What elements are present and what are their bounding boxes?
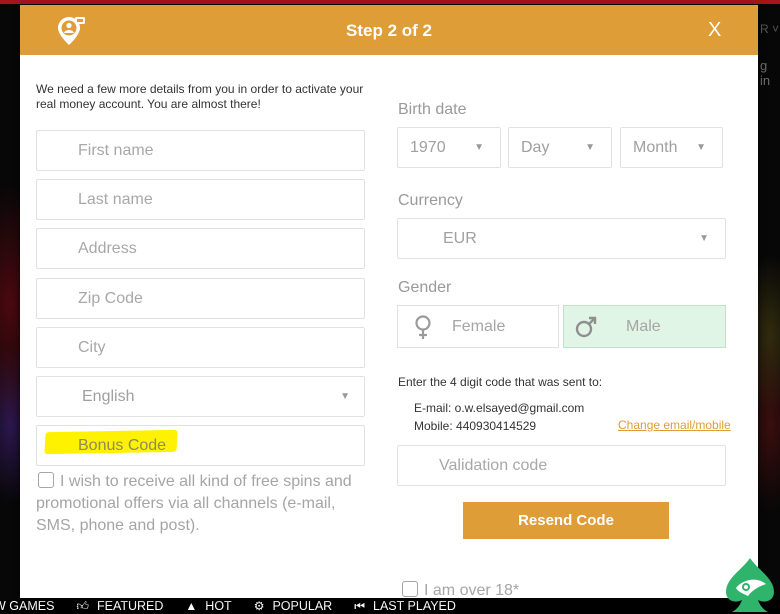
intro-text: We need a few more details from you in o…	[36, 82, 364, 111]
chevron-down-icon: ▼	[699, 233, 709, 244]
gender-label: Gender	[398, 279, 452, 296]
birth-day-value: Day	[521, 138, 550, 156]
flame-icon: ▲	[185, 599, 198, 613]
male-symbol-icon	[575, 316, 597, 337]
bonus-code-input[interactable]	[37, 426, 364, 465]
currency-select[interactable]: EUR ▼	[397, 218, 726, 259]
sent-email: E-mail: o.w.elsayed@gmail.com	[414, 401, 585, 415]
popular-icon: ⚙	[253, 599, 265, 613]
spade-logo-icon[interactable]	[722, 556, 778, 614]
promo-optin: I wish to receive all kind of free spins…	[36, 471, 376, 537]
chevron-down-icon: ▼	[585, 142, 595, 153]
chevron-down-icon: ▼	[474, 142, 484, 153]
last-name-field[interactable]	[36, 179, 365, 220]
gender-female-label: Female	[452, 317, 506, 335]
rewind-icon: ⏮︎	[354, 598, 366, 613]
chevron-down-icon: ▼	[696, 142, 706, 153]
birth-date-label: Birth date	[398, 101, 467, 118]
birth-day-select[interactable]: Day ▼	[508, 127, 612, 168]
city-input[interactable]	[37, 328, 364, 367]
background-language-selector[interactable]: R ˅	[760, 22, 779, 36]
chevron-down-icon: ▼	[340, 391, 350, 402]
language-select[interactable]: English ▼	[36, 376, 365, 417]
change-email-mobile-link[interactable]: Change email/mobile	[618, 418, 731, 432]
address-input[interactable]	[37, 229, 364, 268]
city-field[interactable]	[36, 327, 365, 368]
birth-month-value: Month	[633, 138, 678, 156]
nav-label: HOT	[205, 599, 232, 613]
age-confirm: I am over 18*	[400, 581, 519, 598]
thumbs-up-icon: 👍︎	[76, 598, 89, 613]
female-symbol-icon	[415, 314, 431, 339]
gender-male-button[interactable]: Male	[563, 305, 726, 348]
background-nav: W GAMES 👍︎ FEATURED ▲ HOT ⚙ POPULAR ⏮︎ L…	[0, 598, 780, 614]
promo-optin-label: I wish to receive all kind of free spins…	[36, 473, 352, 534]
currency-value: EUR	[443, 229, 477, 247]
nav-featured[interactable]: 👍︎ FEATURED	[76, 599, 163, 614]
last-name-input[interactable]	[37, 180, 364, 219]
first-name-field[interactable]	[36, 130, 365, 171]
modal-header: Step 2 of 2 X	[20, 5, 758, 55]
language-selected: English	[82, 387, 135, 405]
registration-modal: Step 2 of 2 X We need a few more details…	[20, 5, 758, 598]
resend-code-button[interactable]: Resend Code	[463, 502, 669, 539]
nav-label: POPULAR	[272, 599, 333, 613]
validation-code-input[interactable]	[398, 446, 725, 485]
promo-optin-checkbox[interactable]	[38, 472, 54, 488]
birth-month-select[interactable]: Month ▼	[620, 127, 723, 168]
age-confirm-label: I am over 18*	[424, 582, 520, 598]
first-name-input[interactable]	[37, 131, 364, 170]
currency-label: Currency	[398, 192, 463, 209]
nav-label: W GAMES	[0, 599, 55, 613]
birth-year-value: 1970	[410, 138, 446, 156]
sent-mobile: Mobile: 440930414529	[414, 419, 537, 433]
nav-label: LAST PLAYED	[373, 599, 456, 613]
nav-label: FEATURED	[96, 599, 164, 613]
nav-popular[interactable]: ⚙ POPULAR	[254, 599, 333, 613]
nav-hot[interactable]: ▲ HOT	[185, 599, 231, 613]
age-confirm-checkbox[interactable]	[402, 581, 418, 597]
address-field[interactable]	[36, 228, 365, 269]
close-button[interactable]: X	[708, 19, 721, 42]
background-login-link[interactable]: g in	[760, 58, 780, 88]
modal-title: Step 2 of 2	[346, 21, 432, 40]
zip-code-input[interactable]	[37, 279, 364, 318]
gender-male-label: Male	[626, 317, 661, 335]
validation-code-field[interactable]	[397, 445, 726, 486]
bonus-code-field[interactable]	[36, 425, 365, 466]
nav-last-played[interactable]: ⏮︎ LAST PLAYED	[354, 599, 456, 614]
gender-female-button[interactable]: Female	[397, 305, 559, 348]
nav-new-games[interactable]: W GAMES	[0, 599, 54, 613]
birth-year-select[interactable]: 1970 ▼	[397, 127, 501, 168]
code-instruction: Enter the 4 digit code that was sent to:	[398, 375, 603, 389]
zip-code-field[interactable]	[36, 278, 365, 319]
